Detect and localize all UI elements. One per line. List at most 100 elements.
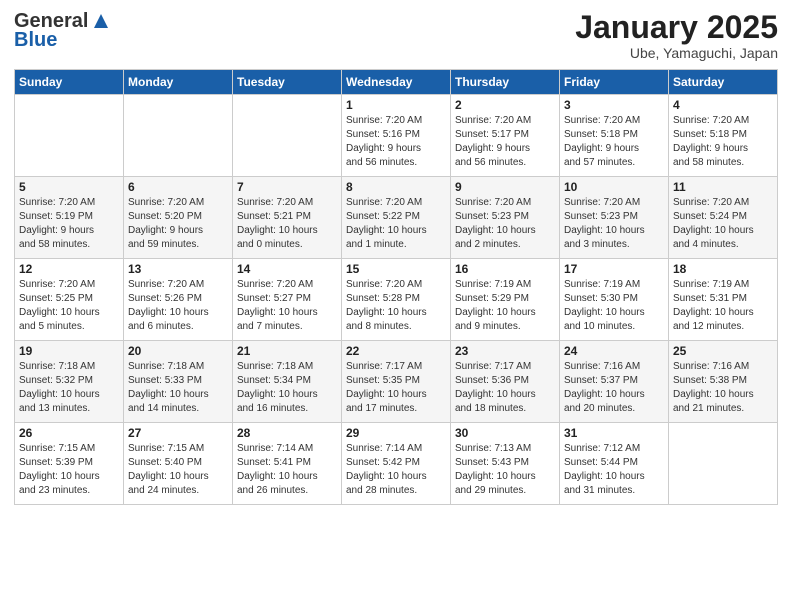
- day-info: Sunrise: 7:19 AMSunset: 5:31 PMDaylight:…: [673, 278, 773, 334]
- day-info: Sunrise: 7:20 AMSunset: 5:25 PMDaylight:…: [19, 278, 119, 334]
- calendar-container: General Blue January 2025 Ube, Yamaguchi…: [0, 0, 792, 612]
- col-tuesday: Tuesday: [233, 70, 342, 95]
- calendar-cell: 16 Sunrise: 7:19 AMSunset: 5:29 PMDayligh…: [451, 259, 560, 341]
- calendar-cell: 19 Sunrise: 7:18 AMSunset: 5:32 PMDayligh…: [15, 341, 124, 423]
- day-number: 5: [19, 180, 119, 194]
- calendar-cell: 13 Sunrise: 7:20 AMSunset: 5:26 PMDayligh…: [124, 259, 233, 341]
- day-number: 9: [455, 180, 555, 194]
- calendar-cell: 4 Sunrise: 7:20 AMSunset: 5:18 PMDaylight…: [669, 95, 778, 177]
- day-info: Sunrise: 7:17 AMSunset: 5:35 PMDaylight:…: [346, 360, 446, 416]
- logo-icon: [90, 10, 112, 32]
- col-monday: Monday: [124, 70, 233, 95]
- day-number: 30: [455, 426, 555, 440]
- day-number: 31: [564, 426, 664, 440]
- day-info: Sunrise: 7:20 AMSunset: 5:24 PMDaylight:…: [673, 196, 773, 252]
- day-number: 29: [346, 426, 446, 440]
- day-number: 20: [128, 344, 228, 358]
- col-friday: Friday: [560, 70, 669, 95]
- calendar-cell: 31Sunrise: 7:12 AMSunset: 5:44 PMDayligh…: [560, 423, 669, 505]
- day-info: Sunrise: 7:20 AMSunset: 5:17 PMDaylight:…: [455, 114, 555, 170]
- calendar-cell: 17 Sunrise: 7:19 AMSunset: 5:30 PMDayligh…: [560, 259, 669, 341]
- day-info: Sunrise: 7:20 AMSunset: 5:18 PMDaylight:…: [673, 114, 773, 170]
- day-number: 8: [346, 180, 446, 194]
- calendar-cell: [15, 95, 124, 177]
- day-number: 15: [346, 262, 446, 276]
- calendar-cell: 1 Sunrise: 7:20 AMSunset: 5:16 PMDaylight…: [342, 95, 451, 177]
- col-saturday: Saturday: [669, 70, 778, 95]
- day-info: Sunrise: 7:19 AMSunset: 5:30 PMDaylight:…: [564, 278, 664, 334]
- calendar-week-3: 12Sunrise: 7:20 AMSunset: 5:25 PMDayligh…: [15, 259, 778, 341]
- day-info: Sunrise: 7:18 AMSunset: 5:32 PMDaylight:…: [19, 360, 119, 416]
- calendar-week-1: 1 Sunrise: 7:20 AMSunset: 5:16 PMDaylight…: [15, 95, 778, 177]
- col-thursday: Thursday: [451, 70, 560, 95]
- calendar-cell: 12Sunrise: 7:20 AMSunset: 5:25 PMDayligh…: [15, 259, 124, 341]
- day-info: Sunrise: 7:14 AMSunset: 5:41 PMDaylight:…: [237, 442, 337, 498]
- calendar-week-2: 5 Sunrise: 7:20 AMSunset: 5:19 PMDaylight…: [15, 177, 778, 259]
- day-number: 16: [455, 262, 555, 276]
- day-info: Sunrise: 7:15 AMSunset: 5:39 PMDaylight:…: [19, 442, 119, 498]
- day-number: 14: [237, 262, 337, 276]
- day-info: Sunrise: 7:20 AMSunset: 5:23 PMDaylight:…: [564, 196, 664, 252]
- calendar-cell: 18 Sunrise: 7:19 AMSunset: 5:31 PMDayligh…: [669, 259, 778, 341]
- calendar-subtitle: Ube, Yamaguchi, Japan: [575, 45, 778, 61]
- page-header: General Blue January 2025 Ube, Yamaguchi…: [14, 10, 778, 61]
- day-info: Sunrise: 7:18 AMSunset: 5:34 PMDaylight:…: [237, 360, 337, 416]
- calendar-week-4: 19 Sunrise: 7:18 AMSunset: 5:32 PMDayligh…: [15, 341, 778, 423]
- logo: General Blue: [14, 10, 112, 52]
- day-info: Sunrise: 7:20 AMSunset: 5:18 PMDaylight:…: [564, 114, 664, 170]
- day-number: 19: [19, 344, 119, 358]
- calendar-cell: 26Sunrise: 7:15 AMSunset: 5:39 PMDayligh…: [15, 423, 124, 505]
- day-number: 24: [564, 344, 664, 358]
- day-number: 10: [564, 180, 664, 194]
- day-number: 11: [673, 180, 773, 194]
- calendar-cell: 30Sunrise: 7:13 AMSunset: 5:43 PMDayligh…: [451, 423, 560, 505]
- calendar-cell: 11 Sunrise: 7:20 AMSunset: 5:24 PMDayligh…: [669, 177, 778, 259]
- calendar-cell: 3Sunrise: 7:20 AMSunset: 5:18 PMDaylight…: [560, 95, 669, 177]
- day-info: Sunrise: 7:20 AMSunset: 5:20 PMDaylight:…: [128, 196, 228, 252]
- day-info: Sunrise: 7:15 AMSunset: 5:40 PMDaylight:…: [128, 442, 228, 498]
- calendar-cell: [233, 95, 342, 177]
- day-info: Sunrise: 7:19 AMSunset: 5:29 PMDaylight:…: [455, 278, 555, 334]
- day-info: Sunrise: 7:17 AMSunset: 5:36 PMDaylight:…: [455, 360, 555, 416]
- calendar-cell: 29 Sunrise: 7:14 AMSunset: 5:42 PMDayligh…: [342, 423, 451, 505]
- calendar-cell: 23 Sunrise: 7:17 AMSunset: 5:36 PMDayligh…: [451, 341, 560, 423]
- day-number: 17: [564, 262, 664, 276]
- day-info: Sunrise: 7:20 AMSunset: 5:23 PMDaylight:…: [455, 196, 555, 252]
- calendar-cell: 20 Sunrise: 7:18 AMSunset: 5:33 PMDayligh…: [124, 341, 233, 423]
- col-sunday: Sunday: [15, 70, 124, 95]
- day-info: Sunrise: 7:20 AMSunset: 5:21 PMDaylight:…: [237, 196, 337, 252]
- day-info: Sunrise: 7:20 AMSunset: 5:19 PMDaylight:…: [19, 196, 119, 252]
- calendar-cell: 22 Sunrise: 7:17 AMSunset: 5:35 PMDayligh…: [342, 341, 451, 423]
- day-number: 1: [346, 98, 446, 112]
- day-info: Sunrise: 7:14 AMSunset: 5:42 PMDaylight:…: [346, 442, 446, 498]
- calendar-cell: 15 Sunrise: 7:20 AMSunset: 5:28 PMDayligh…: [342, 259, 451, 341]
- day-number: 13: [128, 262, 228, 276]
- calendar-header-row: Sunday Monday Tuesday Wednesday Thursday…: [15, 70, 778, 95]
- day-number: 4: [673, 98, 773, 112]
- day-info: Sunrise: 7:20 AMSunset: 5:28 PMDaylight:…: [346, 278, 446, 334]
- day-info: Sunrise: 7:20 AMSunset: 5:16 PMDaylight:…: [346, 114, 446, 170]
- calendar-cell: 2 Sunrise: 7:20 AMSunset: 5:17 PMDaylight…: [451, 95, 560, 177]
- day-number: 2: [455, 98, 555, 112]
- calendar-table: Sunday Monday Tuesday Wednesday Thursday…: [14, 69, 778, 505]
- day-number: 23: [455, 344, 555, 358]
- day-info: Sunrise: 7:18 AMSunset: 5:33 PMDaylight:…: [128, 360, 228, 416]
- day-info: Sunrise: 7:16 AMSunset: 5:37 PMDaylight:…: [564, 360, 664, 416]
- day-number: 6: [128, 180, 228, 194]
- day-number: 21: [237, 344, 337, 358]
- calendar-week-5: 26Sunrise: 7:15 AMSunset: 5:39 PMDayligh…: [15, 423, 778, 505]
- day-info: Sunrise: 7:20 AMSunset: 5:26 PMDaylight:…: [128, 278, 228, 334]
- calendar-cell: 21 Sunrise: 7:18 AMSunset: 5:34 PMDayligh…: [233, 341, 342, 423]
- calendar-cell: 24 Sunrise: 7:16 AMSunset: 5:37 PMDayligh…: [560, 341, 669, 423]
- day-info: Sunrise: 7:20 AMSunset: 5:27 PMDaylight:…: [237, 278, 337, 334]
- day-number: 18: [673, 262, 773, 276]
- day-number: 27: [128, 426, 228, 440]
- calendar-cell: 5 Sunrise: 7:20 AMSunset: 5:19 PMDaylight…: [15, 177, 124, 259]
- calendar-cell: [124, 95, 233, 177]
- col-wednesday: Wednesday: [342, 70, 451, 95]
- day-number: 22: [346, 344, 446, 358]
- calendar-cell: 28Sunrise: 7:14 AMSunset: 5:41 PMDayligh…: [233, 423, 342, 505]
- calendar-cell: 25Sunrise: 7:16 AMSunset: 5:38 PMDayligh…: [669, 341, 778, 423]
- calendar-cell: [669, 423, 778, 505]
- calendar-cell: 10 Sunrise: 7:20 AMSunset: 5:23 PMDayligh…: [560, 177, 669, 259]
